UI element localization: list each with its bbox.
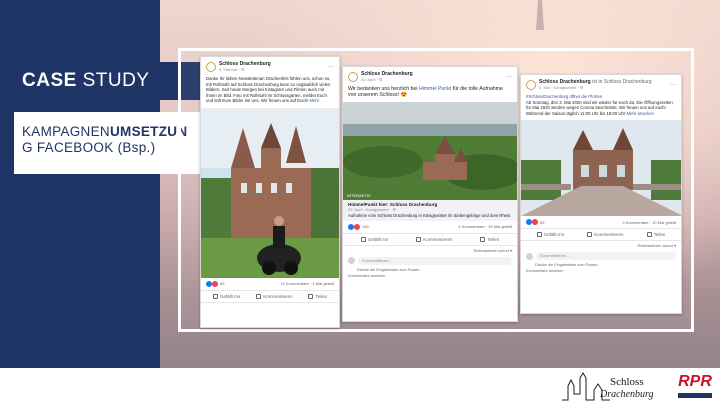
share-button[interactable]: Teilen (480, 236, 499, 242)
post-actions: Gefällt mir Kommentieren Teilen (521, 229, 681, 242)
page-avatar[interactable] (206, 61, 216, 72)
rpr-logo: RPR (676, 372, 714, 402)
thumbs-up-icon (360, 236, 366, 242)
thumbs-up-icon (536, 232, 542, 238)
comment-input[interactable]: Kommentieren ... (536, 252, 676, 261)
schloss-drachenburg-logo: Schloss Drachenburg (560, 372, 670, 402)
love-icon (212, 280, 218, 287)
page-avatar[interactable] (348, 71, 358, 82)
facebook-post-3: Schloss Drachenburg ist in Schloss Drach… (520, 74, 682, 314)
post-image[interactable]: INTERAKTIV (343, 102, 517, 201)
castle-with-wheelchair-image (201, 107, 339, 278)
comment-button[interactable]: Kommentieren (587, 232, 623, 238)
more-options-icon[interactable]: ··· (670, 82, 676, 88)
mention-link[interactable]: Himmel Punkt (419, 86, 451, 92)
comment-icon (416, 236, 422, 242)
comment-icon (256, 293, 262, 299)
comment-row: Kommentieren ... (343, 255, 517, 267)
user-avatar (526, 252, 533, 260)
image-caption: INTERAKTIV (347, 193, 371, 199)
facebook-post-2: Schloss Drachenburg 22. April · ⚙ ··· Wi… (342, 66, 518, 322)
view-comments-link[interactable]: Kommentare ansehen (343, 273, 517, 279)
share-icon (646, 232, 652, 238)
rpr-underline (678, 393, 712, 398)
post-header: Schloss Drachenburg 9. Februar · ⚙ ··· (201, 57, 339, 74)
like-button[interactable]: Gefällt mir (212, 293, 240, 299)
post-reactions: 95 3 Kommentare · 10 Mal geteilt (521, 216, 681, 230)
user-avatar (348, 257, 355, 265)
post-image[interactable] (521, 120, 681, 217)
post-header: Schloss Drachenburg 22. April · ⚙ ··· (343, 67, 517, 84)
post-meta: 22. April · ⚙ (361, 77, 383, 82)
love-icon (354, 223, 360, 230)
like-button[interactable]: Gefällt mir (360, 236, 388, 242)
comment-input[interactable]: Kommentieren ... (358, 256, 512, 265)
comment-button[interactable]: Kommentieren (416, 236, 453, 242)
like-button[interactable]: Gefällt mir (536, 232, 564, 238)
post-actions: Gefällt mir Kommentieren Teilen (343, 234, 517, 246)
more-options-icon[interactable]: ··· (328, 64, 334, 70)
left-panel (0, 0, 160, 368)
post-meta: 9. Februar · ⚙ (219, 67, 245, 72)
post-header: Schloss Drachenburg ist in Schloss Drach… (521, 75, 681, 92)
shared-post-preview[interactable]: HimmelPunkt hier: Schloss Drachenburg 22… (343, 200, 517, 221)
castle-terrace-image (521, 120, 681, 217)
page-avatar[interactable] (526, 79, 536, 90)
comment-button[interactable]: Kommentieren (256, 293, 293, 299)
more-options-icon[interactable]: ··· (506, 74, 512, 80)
post-meta: 5. Mai · Königswinter · ⚙ (539, 85, 584, 90)
post-image[interactable] (201, 107, 339, 278)
post-reactions: 145 4 Kommentare · 29 Mal geteilt (343, 221, 517, 234)
more-link[interactable]: Mehr ansehen (627, 111, 654, 116)
view-comments-link[interactable]: Kommentare ansehen (521, 268, 681, 274)
post-actions: Gefällt mir Kommentieren Teilen (201, 291, 339, 303)
love-icon (532, 219, 538, 226)
thumbs-up-icon (212, 293, 218, 299)
post-text: Danke Ihr lieben Newsletterian Drachenfe… (206, 76, 331, 104)
post-text: Wir bedanken uns herzlich bei Himmel Pun… (348, 86, 503, 99)
share-icon (480, 236, 486, 242)
share-button[interactable]: Teilen (308, 293, 327, 299)
comment-sort-dropdown[interactable]: Relevanteste zuerst ▾ (343, 246, 517, 255)
comment-sort-dropdown[interactable]: Relevanteste zuerst ▾ (521, 241, 681, 250)
share-button[interactable]: Teilen (646, 232, 665, 238)
aerial-castle-image (343, 102, 517, 201)
comment-icon (587, 232, 593, 238)
more-link[interactable]: Mehr (309, 98, 319, 103)
share-icon (308, 293, 314, 299)
post-text: #SchlossDrachenburg öffnet die Pforten. … (521, 92, 681, 118)
comment-row: Kommentieren ... (521, 250, 681, 262)
post-reactions: 65 11 Kommentare · 4 Mal geteilt (201, 278, 339, 291)
facebook-post-1: Schloss Drachenburg 9. Februar · ⚙ ··· D… (200, 56, 340, 328)
